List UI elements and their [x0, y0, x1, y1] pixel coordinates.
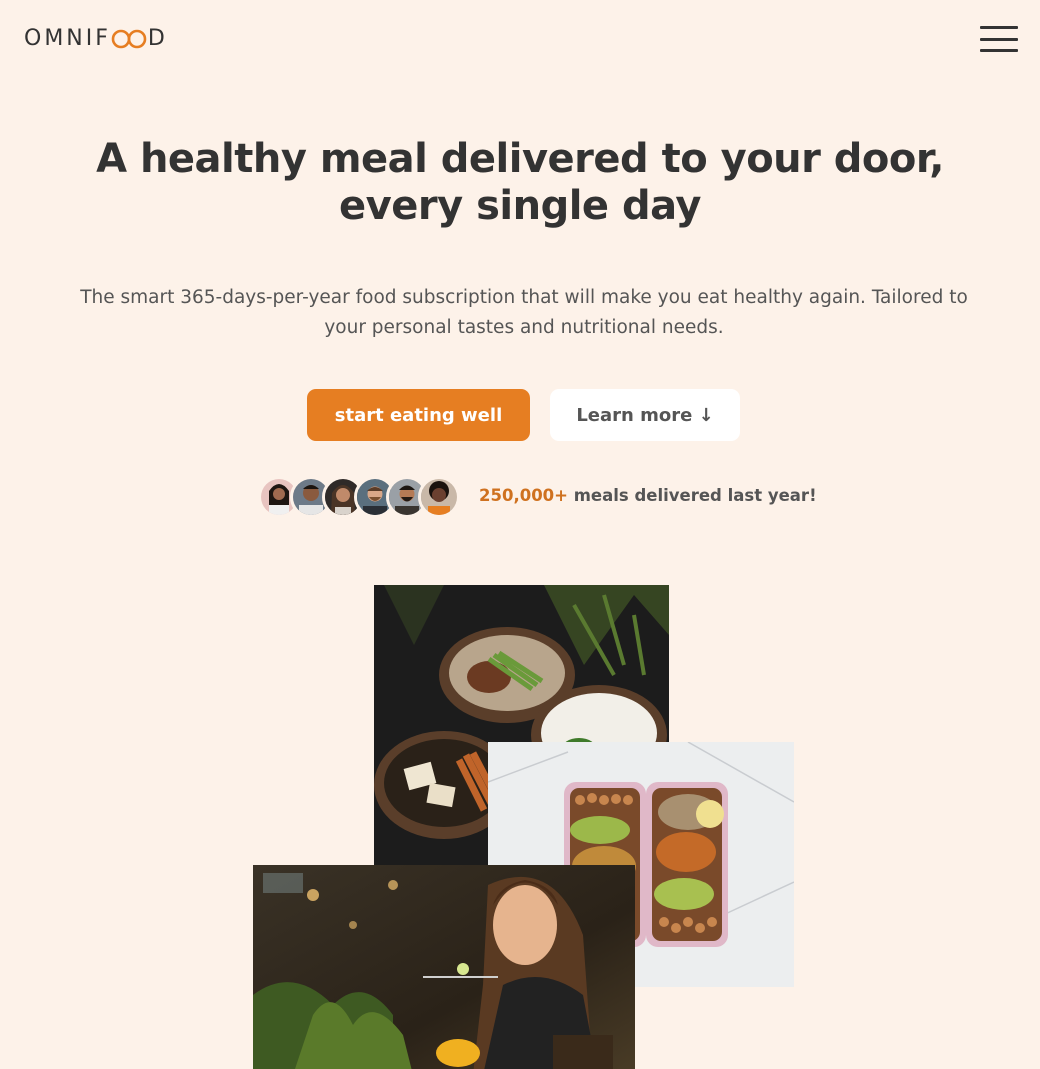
meals-delivered-count: 250,000+: [479, 486, 568, 505]
hero-title-line-1: A healthy meal delivered to your door,: [96, 136, 944, 182]
logo-text-start: OMNIF: [24, 26, 111, 51]
learn-more-button[interactable]: Learn more ↓: [550, 389, 740, 441]
logo-text-end: D: [147, 26, 168, 51]
customer-avatar: [418, 476, 460, 518]
omnifood-logo[interactable]: OMNIF D: [24, 26, 168, 51]
meals-delivered-text: 250,000+ meals delivered last year!: [479, 486, 817, 505]
menu-bar: [980, 37, 1018, 41]
hero-title: A healthy meal delivered to your door, e…: [0, 136, 1040, 230]
menu-bar: [980, 49, 1018, 52]
logo-infinity-icon: [111, 28, 147, 50]
menu-bar: [980, 26, 1018, 29]
hamburger-menu-icon[interactable]: [980, 26, 1018, 52]
hero-description: The smart 365-days-per-year food subscri…: [80, 287, 968, 338]
start-eating-well-button[interactable]: start eating well: [307, 389, 530, 441]
meals-delivered-label: meals delivered last year!: [567, 486, 817, 505]
hero-image-woman-eating: [253, 865, 635, 1069]
hero-title-line-2: every single day: [339, 183, 701, 229]
